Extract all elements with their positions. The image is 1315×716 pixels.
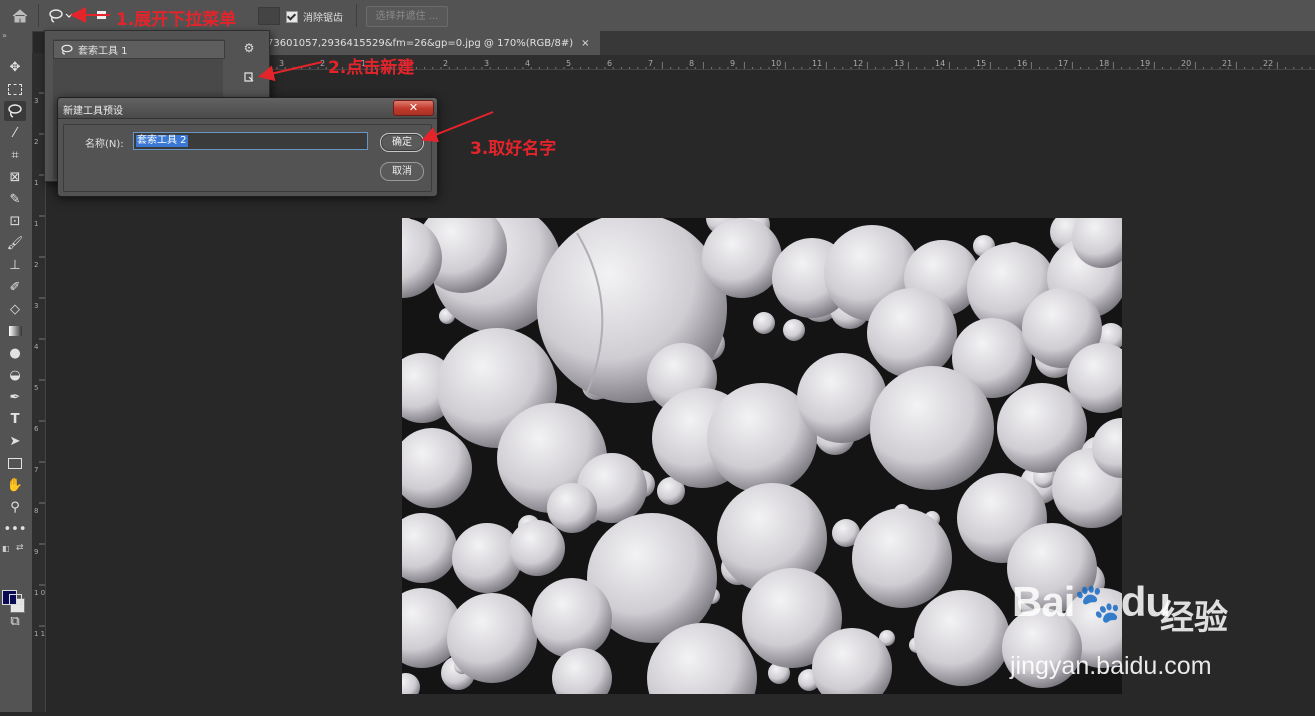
- annotation-step1: 1.展开下拉菜单: [116, 10, 237, 30]
- watermark-url: jingyan.baidu.com: [1010, 652, 1212, 680]
- arrow-step2: [258, 61, 323, 82]
- paw-icon: 🐾: [1074, 583, 1121, 625]
- annotation-step3: 3.取好名字: [470, 139, 557, 159]
- baidu-logo-text: Bai: [1012, 578, 1075, 625]
- baidu-logo: Bai🐾du: [1012, 578, 1171, 626]
- annotation-step2: 2.点击新建: [328, 58, 415, 78]
- watermark-jingyan: 经验: [1160, 598, 1228, 638]
